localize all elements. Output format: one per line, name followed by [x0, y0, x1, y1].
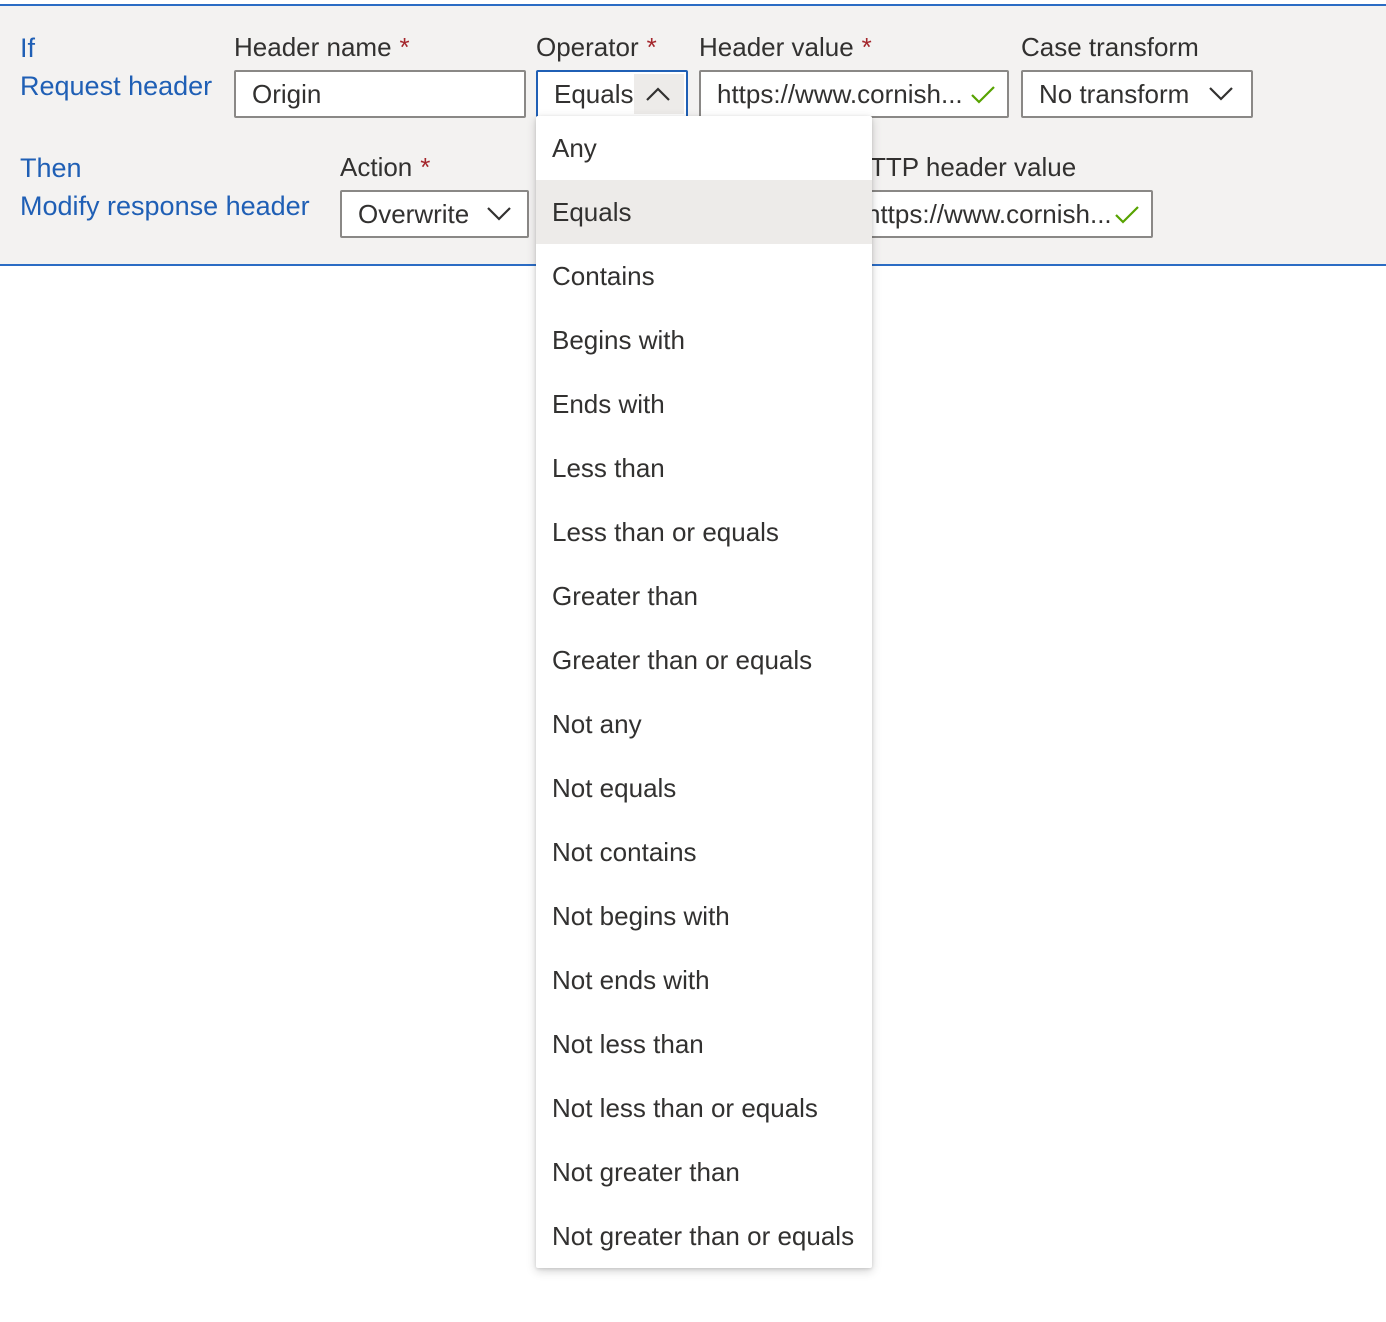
dropdown-option[interactable]: Not equals: [536, 756, 872, 820]
dropdown-option[interactable]: Not less than: [536, 1012, 872, 1076]
action-label: Action *: [340, 152, 430, 182]
dropdown-option[interactable]: Greater than or equals: [536, 628, 872, 692]
chevron-down-icon: [487, 207, 511, 221]
dropdown-option[interactable]: Any: [536, 116, 872, 180]
case-transform-dropdown[interactable]: No transform: [1021, 70, 1253, 118]
required-mark: *: [646, 32, 657, 62]
dropdown-option[interactable]: Not contains: [536, 820, 872, 884]
header-value-value: https://www.cornish...: [717, 79, 963, 109]
http-header-value-label: TTP header value: [870, 152, 1077, 182]
dropdown-option[interactable]: Not greater than or equals: [536, 1204, 872, 1268]
chevron-up-icon[interactable]: [644, 84, 672, 104]
chevron-down-icon: [1209, 87, 1233, 101]
dropdown-option[interactable]: Less than: [536, 436, 872, 500]
header-value-input[interactable]: https://www.cornish...: [699, 70, 1009, 118]
case-transform-label: Case transform: [1021, 32, 1199, 62]
if-keyword: If: [20, 33, 36, 63]
operator-label: Operator *: [536, 32, 657, 62]
header-value-label: Header value *: [699, 32, 872, 62]
http-header-value-value: https://www.cornish...: [866, 199, 1112, 229]
action-value: Overwrite: [358, 199, 470, 229]
required-mark: *: [399, 32, 410, 62]
checkmark-icon: [1115, 206, 1139, 224]
action-dropdown[interactable]: Overwrite: [340, 190, 529, 238]
required-mark: *: [420, 152, 431, 182]
header-name-label: Header name *: [234, 32, 410, 62]
dropdown-option[interactable]: Greater than: [536, 564, 872, 628]
operator-label-text: Operator: [536, 32, 639, 62]
dropdown-option[interactable]: Not any: [536, 692, 872, 756]
header-value-label-text: Header value: [699, 32, 854, 62]
header-name-value: Origin: [252, 79, 322, 109]
dropdown-option[interactable]: Not ends with: [536, 948, 872, 1012]
header-name-input[interactable]: Origin: [234, 70, 526, 118]
operator-dropdown[interactable]: Equals: [536, 70, 688, 118]
dropdown-option[interactable]: Equals: [536, 180, 872, 244]
http-header-value-input[interactable]: https://www.cornish...: [840, 190, 1153, 238]
condition-type-link[interactable]: Request header: [20, 70, 212, 102]
dropdown-option[interactable]: Ends with: [536, 372, 872, 436]
dropdown-option[interactable]: Less than or equals: [536, 500, 872, 564]
then-keyword: Then: [20, 153, 82, 183]
dropdown-option[interactable]: Begins with: [536, 308, 872, 372]
header-name-label-text: Header name: [234, 32, 392, 62]
checkmark-icon: [971, 86, 995, 104]
dropdown-option[interactable]: Not greater than: [536, 1140, 872, 1204]
action-label-text: Action: [340, 152, 413, 182]
dropdown-option[interactable]: Not less than or equals: [536, 1076, 872, 1140]
operator-dropdown-list: Any Equals Contains Begins with Ends with Les…: [536, 116, 872, 1268]
dropdown-option[interactable]: Contains: [536, 244, 872, 308]
action-type-link[interactable]: Modify response header: [20, 190, 310, 222]
case-transform-value: No transform: [1039, 79, 1190, 109]
required-mark: *: [861, 32, 872, 62]
dropdown-option[interactable]: Not begins with: [536, 884, 872, 948]
operator-value: Equals: [554, 79, 634, 109]
